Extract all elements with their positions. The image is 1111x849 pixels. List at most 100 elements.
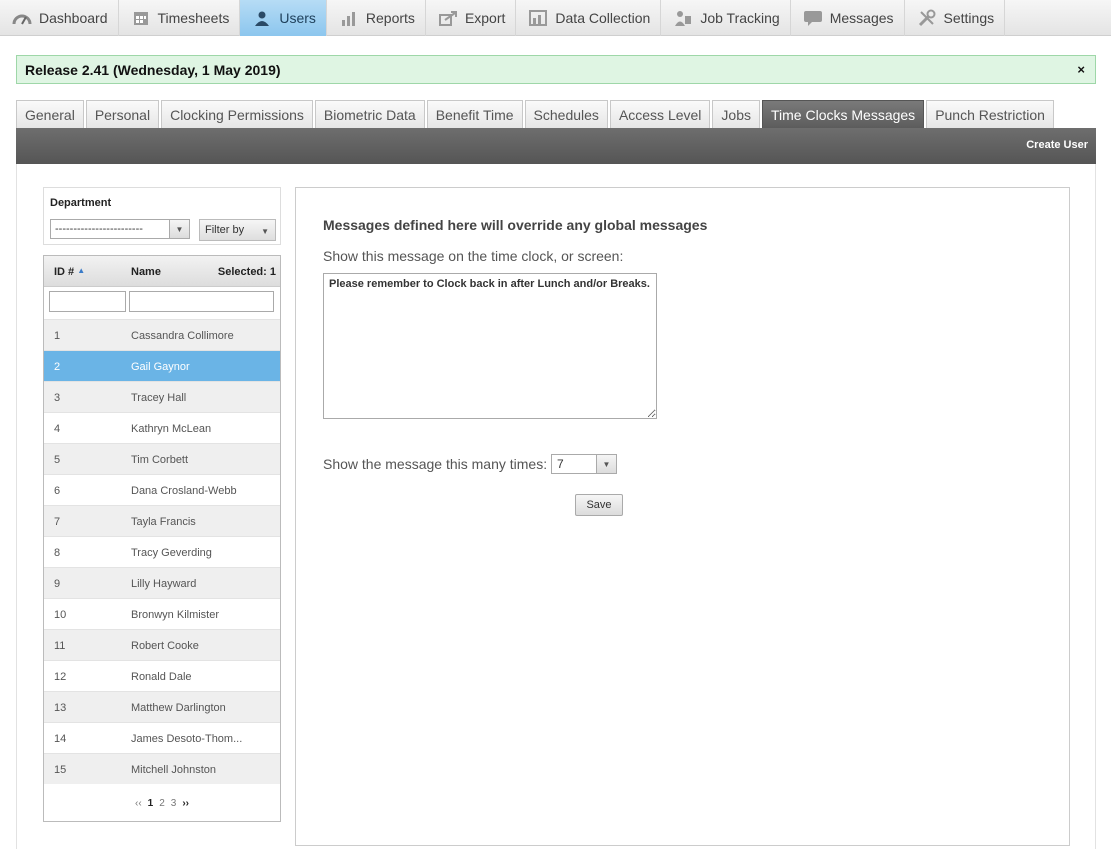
row-name: Mitchell Johnston: [131, 764, 216, 776]
table-row[interactable]: 8 Tracy Geverding: [44, 536, 280, 567]
nav-export[interactable]: Export: [426, 0, 517, 36]
table-body: 1 Cassandra Collimore 2 Gail Gaynor 3 Tracey …: [44, 319, 280, 784]
sort-asc-icon: ▲: [77, 266, 86, 275]
table-row[interactable]: 12 Ronald Dale: [44, 660, 280, 691]
nav-messages[interactable]: Messages: [791, 0, 905, 36]
job-tracking-icon: [673, 9, 693, 27]
create-user-button[interactable]: Create User: [1026, 139, 1088, 151]
filter-by-label: Filter by: [205, 224, 245, 236]
nav-label: Data Collection: [555, 10, 651, 26]
table-row[interactable]: 3 Tracey Hall: [44, 381, 280, 412]
nav-label: Reports: [365, 10, 415, 26]
message-panel: Messages defined here will override any …: [295, 187, 1070, 846]
tab-personal[interactable]: Personal: [85, 100, 160, 128]
department-label: Department: [50, 197, 112, 209]
next-page-icon[interactable]: ››: [182, 798, 189, 809]
filter-by-button[interactable]: Filter by ▼: [199, 219, 276, 241]
row-name: Cassandra Collimore: [131, 330, 234, 342]
row-id: 15: [54, 764, 67, 776]
table-row[interactable]: 4 Kathryn McLean: [44, 412, 280, 443]
wrench-icon: [917, 9, 937, 27]
id-filter-input[interactable]: [49, 291, 126, 312]
caret-down-icon: ▼: [261, 227, 269, 236]
release-banner: Release 2.41 (Wednesday, 1 May 2019) ×: [16, 55, 1096, 84]
nav-settings[interactable]: Settings: [905, 0, 1006, 36]
tab-benefit-time[interactable]: Benefit Time: [426, 100, 523, 128]
row-id: 12: [54, 671, 67, 683]
table-row[interactable]: 13 Matthew Darlington: [44, 691, 280, 722]
bar-chart-icon: [339, 9, 359, 27]
column-filters: [44, 287, 280, 319]
page-2[interactable]: 2: [159, 798, 165, 809]
tab-general[interactable]: General: [16, 100, 84, 128]
page-1[interactable]: 1: [148, 798, 154, 809]
row-name: Robert Cooke: [131, 640, 199, 652]
row-id: 8: [54, 547, 61, 559]
nav-dashboard[interactable]: Dashboard: [0, 0, 119, 36]
tab-time-clocks-messages[interactable]: Time Clocks Messages: [762, 100, 925, 128]
nav-label: Export: [464, 10, 506, 26]
nav-label: Messages: [829, 10, 894, 26]
nav-data-collection[interactable]: Data Collection: [516, 0, 662, 36]
tab-punch-restriction[interactable]: Punch Restriction: [926, 100, 1054, 128]
table-row[interactable]: 1 Cassandra Collimore: [44, 319, 280, 350]
calendar-icon: [131, 9, 151, 27]
tab-clocking-permissions[interactable]: Clocking Permissions: [161, 100, 313, 128]
row-id: 11: [54, 640, 66, 652]
page-3[interactable]: 3: [171, 798, 177, 809]
name-column-header[interactable]: Name: [131, 266, 161, 278]
department-filter: Department ------------------------ ▼ Fi…: [43, 187, 281, 245]
table-row[interactable]: 7 Tayla Francis: [44, 505, 280, 536]
nav-users[interactable]: Users: [240, 0, 327, 36]
row-name: Gail Gaynor: [131, 361, 190, 373]
id-column-header[interactable]: ID # ▲: [54, 266, 85, 278]
row-id: 5: [54, 454, 61, 466]
pagination: ‹‹ 1 2 3 ››: [44, 798, 280, 809]
release-text: Release 2.41 (Wednesday, 1 May 2019): [25, 61, 281, 78]
chevron-down-icon[interactable]: ▼: [169, 219, 190, 239]
user-icon: [252, 9, 272, 27]
table-row[interactable]: 10 Bronwyn Kilmister: [44, 598, 280, 629]
nav-timesheets[interactable]: Timesheets: [119, 0, 241, 36]
times-label: Show the message this many times:: [323, 456, 548, 472]
name-filter-input[interactable]: [129, 291, 274, 312]
tab-schedules[interactable]: Schedules: [524, 100, 608, 128]
table-row[interactable]: 11 Robert Cooke: [44, 629, 280, 660]
nav-reports[interactable]: Reports: [327, 0, 426, 36]
table-row[interactable]: 6 Dana Crosland-Webb: [44, 474, 280, 505]
prev-page-icon[interactable]: ‹‹: [135, 798, 142, 809]
save-button[interactable]: Save: [575, 494, 623, 516]
row-name: Matthew Darlington: [131, 702, 226, 714]
table-row[interactable]: 2 Gail Gaynor: [44, 350, 280, 381]
tab-jobs[interactable]: Jobs: [712, 100, 760, 128]
row-id: 14: [54, 733, 67, 745]
table-row[interactable]: 5 Tim Corbett: [44, 443, 280, 474]
row-name: Tracey Hall: [131, 392, 187, 404]
row-name: Tim Corbett: [131, 454, 189, 466]
table-row[interactable]: 9 Lilly Hayward: [44, 567, 280, 598]
toolbar: Create User: [16, 128, 1096, 164]
tab-access-level[interactable]: Access Level: [609, 100, 711, 128]
row-id: 4: [54, 423, 61, 435]
row-name: Ronald Dale: [131, 671, 192, 683]
row-id: 9: [54, 578, 61, 590]
row-id: 13: [54, 702, 67, 714]
table-row[interactable]: 14 James Desoto-Thom...: [44, 722, 280, 753]
row-id: 1: [54, 330, 61, 342]
nav-label: Dashboard: [39, 10, 108, 26]
table-row[interactable]: 15 Mitchell Johnston: [44, 753, 280, 784]
tab-biometric-data[interactable]: Biometric Data: [314, 100, 425, 128]
row-name: Tracy Geverding: [131, 547, 212, 559]
row-id: 7: [54, 516, 61, 528]
close-icon[interactable]: ×: [1077, 62, 1085, 77]
nav-job-tracking[interactable]: Job Tracking: [661, 0, 791, 36]
table-header: ID # ▲ Name Selected: 1: [44, 256, 280, 287]
message-textarea[interactable]: Please remember to Clock back in after L…: [323, 273, 657, 419]
row-name: Dana Crosland-Webb: [131, 485, 237, 497]
chevron-down-icon[interactable]: ▼: [596, 454, 617, 474]
row-id: 3: [54, 392, 61, 404]
row-name: Bronwyn Kilmister: [131, 609, 220, 621]
row-name: Kathryn McLean: [131, 423, 212, 435]
row-id: 2: [54, 361, 61, 373]
nav-label: Job Tracking: [700, 10, 780, 26]
